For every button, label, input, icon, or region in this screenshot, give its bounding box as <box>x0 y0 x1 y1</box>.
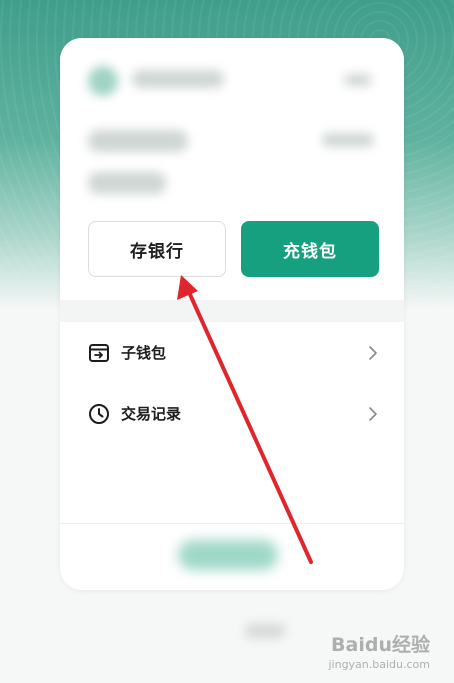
watermark-site: jingyan.baidu.com <box>328 658 430 671</box>
footer-divider <box>60 523 404 524</box>
blurred-account-name <box>132 70 224 88</box>
menu-item-label: 子钱包 <box>121 344 167 362</box>
blurred-account-tag <box>344 74 372 86</box>
menu-item-sub-wallet[interactable]: 子钱包 <box>60 322 404 383</box>
deposit-to-bank-button[interactable]: 存银行 <box>88 221 226 277</box>
section-separator <box>60 300 404 322</box>
blurred-footer-button <box>178 540 278 570</box>
chevron-right-icon <box>368 345 378 361</box>
chevron-right-icon <box>368 406 378 422</box>
clock-icon <box>88 403 110 425</box>
menu-item-label: 交易记录 <box>121 405 182 423</box>
top-up-wallet-label: 充钱包 <box>283 241 337 262</box>
baidu-jingyan-watermark: Baidu经验 jingyan.baidu.com <box>328 630 430 671</box>
account-avatar <box>88 66 118 96</box>
wallet-card: 存银行 充钱包 子钱包 交易记录 <box>60 38 404 590</box>
top-up-wallet-button[interactable]: 充钱包 <box>241 221 379 277</box>
blurred-bottom-text <box>245 624 285 638</box>
balance-section: 存银行 充钱包 <box>60 38 404 300</box>
watermark-brand: Baidu经验 <box>331 634 430 656</box>
menu-item-transaction-history[interactable]: 交易记录 <box>60 383 404 444</box>
blurred-balance-label <box>88 130 188 152</box>
blurred-account-info <box>60 38 404 213</box>
sub-wallet-icon <box>88 342 110 364</box>
blurred-balance-value <box>88 172 166 194</box>
blurred-balance-detail <box>322 133 374 147</box>
wallet-menu: 子钱包 交易记录 <box>60 322 404 444</box>
deposit-to-bank-label: 存银行 <box>130 241 184 262</box>
